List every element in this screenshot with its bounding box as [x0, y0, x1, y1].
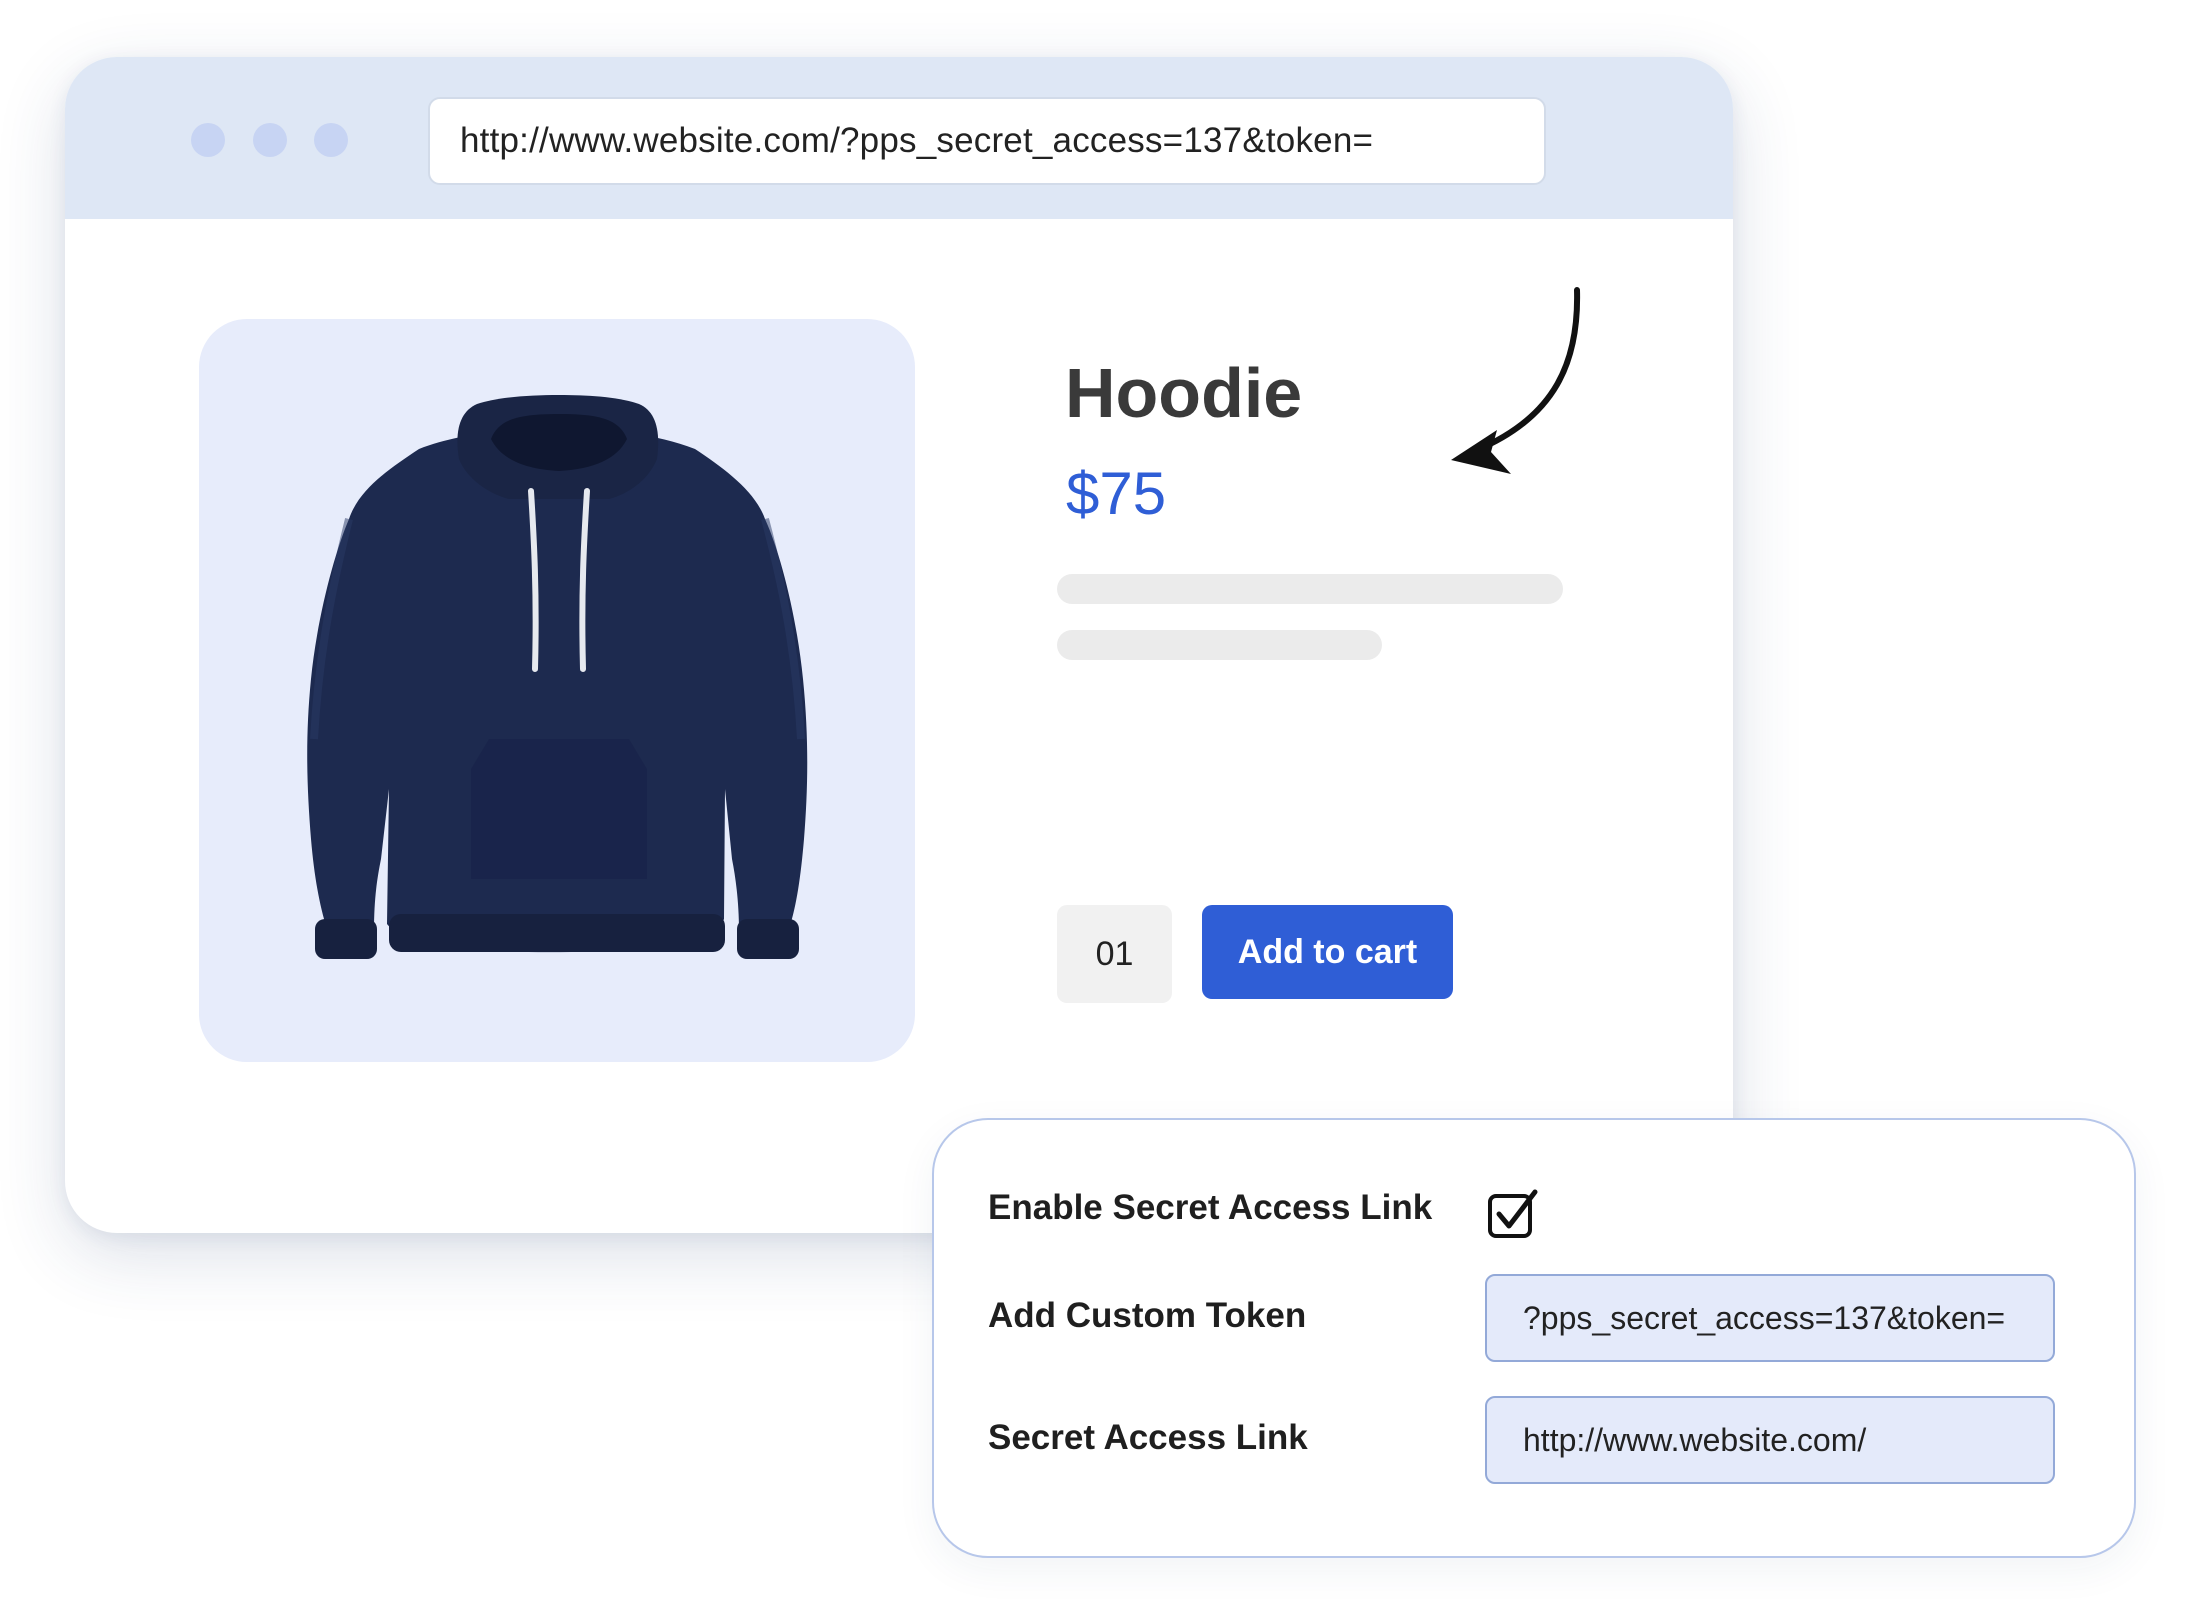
window-dot-icon[interactable]: [191, 123, 225, 157]
curved-arrow-icon: [1451, 287, 1581, 474]
custom-token-field[interactable]: ?pps_secret_access=137&token=: [1485, 1274, 2055, 1362]
custom-token-value: ?pps_secret_access=137&token=: [1523, 1299, 2006, 1336]
hoodie-image: [307, 395, 808, 959]
enable-secret-access-label: Enable Secret Access Link: [988, 1188, 1433, 1227]
window-dot-icon[interactable]: [253, 123, 287, 157]
secret-access-link-field[interactable]: http://www.website.com/: [1485, 1396, 2055, 1484]
window-dot-icon[interactable]: [314, 123, 348, 157]
browser-toolbar: http://www.website.com/?pps_secret_acces…: [65, 57, 1733, 219]
add-to-cart-button[interactable]: Add to cart: [1202, 905, 1453, 999]
address-bar-url: http://www.website.com/?pps_secret_acces…: [460, 121, 1374, 160]
page-canvas: http://www.website.com/ ?pps_secret_acces…: [0, 0, 2198, 1619]
browser-window: http://www.website.com/?pps_secret_acces…: [65, 57, 1733, 1233]
add-custom-token-label: Add Custom Token: [988, 1296, 1307, 1335]
enable-secret-access-checkbox[interactable]: [1487, 1188, 1539, 1240]
description-placeholder-line: [1057, 574, 1563, 604]
product-price: $75: [1066, 460, 1167, 527]
secret-access-link-value: http://www.website.com/: [1523, 1421, 1867, 1458]
product-title: Hoodie: [1065, 354, 1303, 432]
product-image-panel: [199, 319, 915, 1062]
quantity-input[interactable]: 01: [1057, 905, 1172, 1003]
secret-access-link-label: Secret Access Link: [988, 1418, 1308, 1457]
quantity-value: 01: [1095, 934, 1134, 973]
description-placeholder-line: [1057, 630, 1382, 660]
secret-access-settings-card: Enable Secret Access Link Add Custom Tok…: [932, 1118, 2136, 1558]
address-bar[interactable]: http://www.website.com/?pps_secret_acces…: [428, 97, 1546, 185]
